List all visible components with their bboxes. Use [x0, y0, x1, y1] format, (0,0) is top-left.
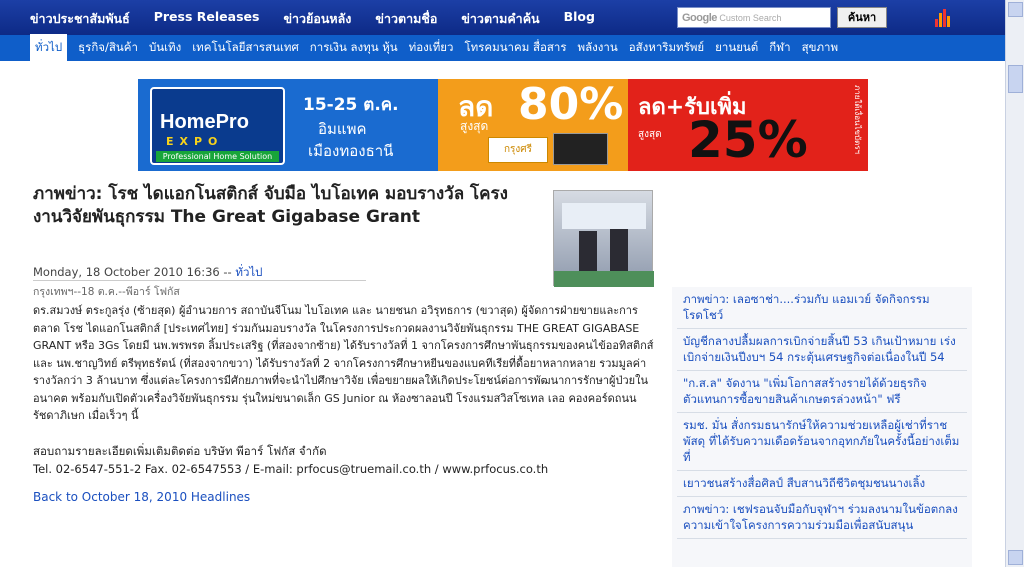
category-finance[interactable]: การเงิน ลงทุน หุ้น	[310, 39, 398, 57]
category-it[interactable]: เทคโนโลยีสารสนเทศ	[192, 39, 299, 57]
article-contact: สอบถามรายละเอียดเพิ่มเติมติดต่อ บริษัท พ…	[33, 442, 663, 478]
search-input[interactable]: Google Custom Search	[677, 7, 831, 28]
category-travel[interactable]: ท่องเที่ยว	[409, 39, 454, 57]
homepro-logo: HomePro EXPO Professional Home Solution	[150, 87, 285, 165]
related-news-item[interactable]: รมช. มั่น สั่งกรมธนารักษ์ให้ความช่วยเหลื…	[677, 413, 967, 471]
equalizer-icon	[935, 7, 951, 27]
logo-tagline: Professional Home Solution	[156, 151, 279, 162]
topnav-press-releases-th[interactable]: ข่าวประชาสัมพันธ์	[30, 9, 130, 29]
bank-logo: กรุงศรี	[488, 137, 548, 163]
topnav-press-releases[interactable]: Press Releases	[154, 9, 260, 29]
category-entertainment[interactable]: บันเทิง	[149, 39, 181, 57]
category-energy[interactable]: พลังงาน	[578, 39, 618, 57]
category-business[interactable]: ธุรกิจ/สินค้า	[78, 39, 138, 57]
back-to-headlines-link[interactable]: Back to October 18, 2010 Headlines	[33, 490, 250, 504]
banner-conditions: ภายใต้เงื่อนไขบัตรฯ	[853, 85, 862, 155]
meta-divider	[33, 280, 366, 281]
category-property[interactable]: อสังหาริมทรัพย์	[629, 39, 704, 57]
contact-line-2: Tel. 02-6547-551-2 Fax. 02-6547553 / E-m…	[33, 462, 549, 476]
category-health[interactable]: สุขภาพ	[802, 39, 839, 57]
vertical-scrollbar[interactable]	[1005, 0, 1024, 567]
article-title: ภาพข่าว: โรช ไดแอกโนสติกส์ จับมือ ไบโอเท…	[33, 184, 508, 227]
extra-percent: 25%	[688, 111, 808, 169]
related-news-item[interactable]: บัญชีกลางปลื้มผลการเบิกจ่ายสิ้นปี 53 เกิ…	[677, 329, 967, 371]
card-image	[553, 133, 608, 165]
article-body: ดร.สมวงษ์ ตระกูลรุ่ง (ซ้ายสุด) ผู้อำนวยก…	[33, 304, 654, 422]
related-news-item[interactable]: "ก.ส.ล" จัดงาน "เพิ่มโอกาสสร้างรายได้ด้ว…	[677, 371, 967, 413]
article-date: Monday, 18 October 2010 16:36 --	[33, 265, 236, 279]
top-nav: ข่าวประชาสัมพันธ์ Press Releases ข่าวย้อ…	[30, 9, 619, 29]
topnav-by-name[interactable]: ข่าวตามชื่อ	[375, 9, 437, 29]
related-news-item[interactable]: เยาวชนสร้างสื่อศิลป์ สืบสานวิถีชีวิตชุมช…	[677, 471, 967, 497]
related-news-item[interactable]: ภาพข่าว: เชฟรอนจับมือกับจุฬาฯ ร่วมลงนามใ…	[677, 497, 967, 539]
banner-left-panel: HomePro EXPO Professional Home Solution …	[138, 79, 438, 171]
logo-expo: EXPO	[166, 135, 224, 148]
related-news-item[interactable]: ภาพข่าว: เลอซาช่า....ร่วมกับ แอมเวย์ จัด…	[677, 287, 967, 329]
discount-percent: 80%	[518, 79, 624, 130]
contact-line-1: สอบถามรายละเอียดเพิ่มเติมติดต่อ บริษัท พ…	[33, 444, 327, 458]
banner-mid-panel: ลด 80% สูงสุด กรุงศรี	[438, 79, 628, 171]
scroll-up-icon[interactable]	[1008, 2, 1023, 17]
search-brand: Google	[682, 12, 717, 24]
scroll-thumb[interactable]	[1008, 65, 1023, 93]
logo-text: HomePro	[160, 111, 249, 133]
article-category-link[interactable]: ทั่วไป	[235, 265, 262, 279]
browser-page: ข่าวประชาสัมพันธ์ Press Releases ข่าวย้อ…	[0, 0, 1024, 567]
topnav-archive[interactable]: ข่าวย้อนหลัง	[283, 9, 351, 29]
article-dateline: กรุงเทพฯ--18 ต.ค.--พีอาร์ โฟกัส	[33, 286, 180, 298]
extra-sub: สูงสุด	[638, 129, 662, 140]
category-general[interactable]: ทั่วไป	[30, 34, 68, 62]
search-placeholder: Custom Search	[719, 13, 782, 23]
category-sports[interactable]: กีฬา	[769, 39, 790, 57]
photo-person-2	[610, 229, 628, 271]
banner-right-panel: ลด+รับเพิ่ม สูงสุด 25% ภายใต้เงื่อนไขบัต…	[628, 79, 868, 171]
topnav-blog[interactable]: Blog	[564, 9, 595, 29]
article-photo[interactable]	[553, 190, 654, 287]
photo-person-1	[579, 231, 597, 271]
category-bar: ทั่วไป ธุรกิจ/สินค้า บันเทิง เทคโนโลยีสา…	[0, 34, 1005, 62]
banner-venue-2: เมืองทองธานี	[308, 142, 394, 160]
search-button[interactable]: ค้นหา	[837, 7, 887, 28]
topnav-by-keyword[interactable]: ข่าวตามคำค้น	[461, 9, 539, 29]
photo-floor	[554, 271, 654, 287]
top-navigation-bar: ข่าวประชาสัมพันธ์ Press Releases ข่าวย้อ…	[0, 0, 1005, 35]
banner-venue-1: อิมแพค	[318, 120, 367, 138]
category-nav: ทั่วไป ธุรกิจ/สินค้า บันเทิง เทคโนโลยีสา…	[30, 34, 849, 62]
category-automotive[interactable]: ยานยนต์	[715, 39, 758, 57]
scroll-down-icon[interactable]	[1008, 550, 1023, 565]
discount-sub: สูงสุด	[460, 119, 489, 133]
photo-backdrop	[562, 203, 646, 229]
homepro-expo-banner[interactable]: HomePro EXPO Professional Home Solution …	[138, 79, 868, 171]
related-news-list: ภาพข่าว: เลอซาช่า....ร่วมกับ แอมเวย์ จัด…	[677, 287, 967, 539]
category-telecom[interactable]: โทรคมนาคม สื่อสาร	[464, 39, 566, 57]
banner-dates: 15-25 ต.ค.	[303, 95, 399, 115]
